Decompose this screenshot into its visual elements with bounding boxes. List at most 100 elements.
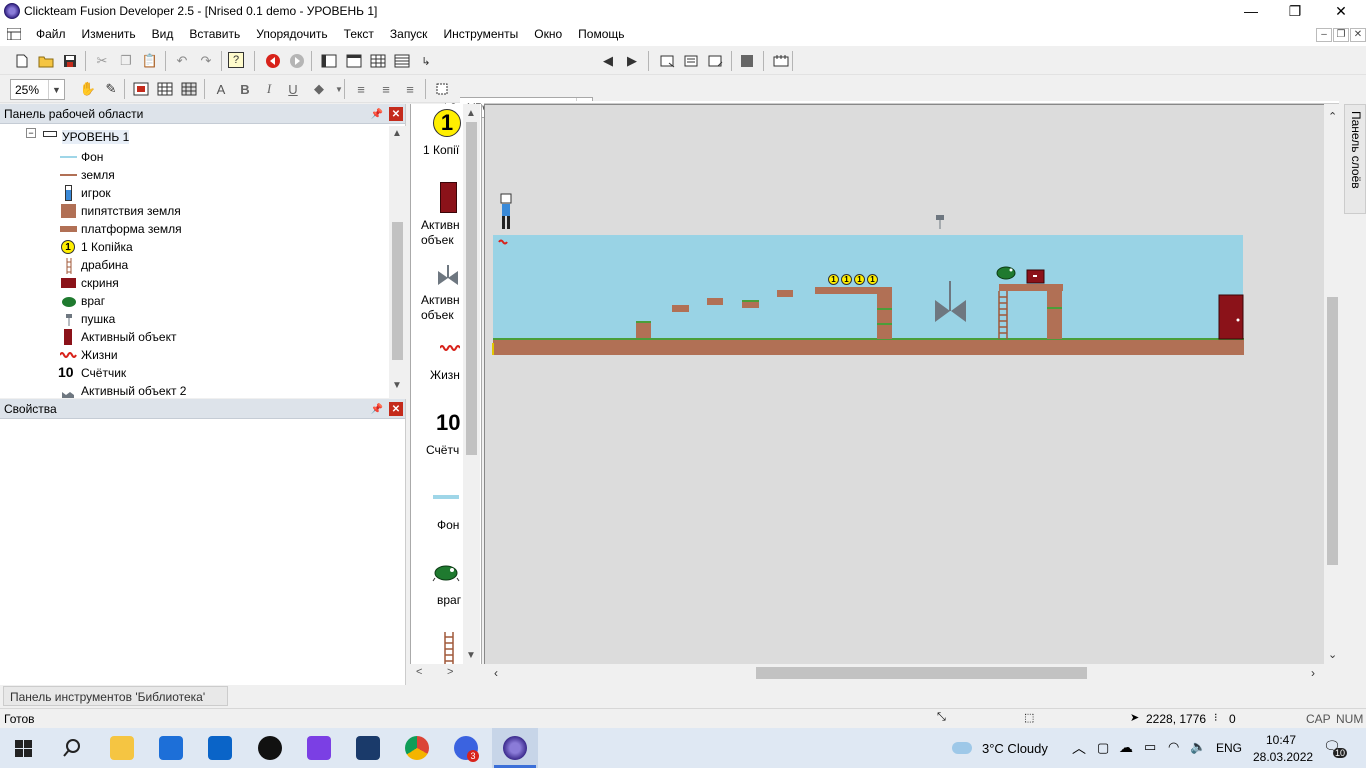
- layers-panel-tab[interactable]: Панель слоёв: [1344, 104, 1366, 214]
- editor-vscrollbar[interactable]: ⌃ ⌄: [1324, 104, 1341, 664]
- coin[interactable]: 1: [854, 274, 865, 285]
- mdi-restore-button[interactable]: ❐: [1333, 28, 1349, 42]
- collapse-toggle-icon[interactable]: −: [26, 128, 36, 138]
- coin[interactable]: 1: [867, 274, 878, 285]
- tree-item[interactable]: земля: [60, 166, 115, 184]
- search-icon[interactable]: [62, 738, 82, 758]
- library-hscrollbar[interactable]: < >: [410, 664, 482, 682]
- font-icon[interactable]: A: [212, 80, 230, 98]
- library-toolbar-tab[interactable]: Панель инструментов 'Библиотека': [3, 686, 228, 706]
- wifi-icon[interactable]: ◠: [1168, 739, 1179, 755]
- background-line-icon[interactable]: [433, 495, 459, 499]
- system-menu-icon[interactable]: [0, 28, 28, 40]
- meet-icon[interactable]: ▢: [1097, 740, 1109, 756]
- tree-root-level1[interactable]: УРОВЕНЬ 1: [62, 130, 130, 144]
- store-icon[interactable]: [159, 736, 183, 760]
- previous-frame-icon[interactable]: ◀: [599, 52, 617, 70]
- tree-item[interactable]: 11 Копійка: [60, 238, 133, 256]
- weather-widget[interactable]: 3°C Cloudy: [952, 728, 1048, 768]
- show-grid-icon[interactable]: [156, 80, 174, 98]
- copy-icon[interactable]: ❐: [117, 52, 135, 70]
- tree-item[interactable]: враг: [60, 292, 105, 310]
- draw-tool-icon[interactable]: ✎: [102, 80, 120, 98]
- open-folder-icon[interactable]: [37, 52, 55, 70]
- run-frame-icon[interactable]: [683, 52, 701, 70]
- event-list-icon[interactable]: [393, 52, 411, 70]
- counter-icon[interactable]: 10: [436, 410, 460, 436]
- mdi-minimize-button[interactable]: –: [1316, 28, 1332, 42]
- menu-run[interactable]: Запуск: [382, 27, 436, 41]
- tree-item[interactable]: пушка: [60, 310, 115, 328]
- paste-icon[interactable]: 📋: [141, 52, 159, 70]
- vpn-icon[interactable]: [356, 736, 380, 760]
- tree-item[interactable]: платформа земля: [60, 220, 182, 238]
- cannon-icon[interactable]: [437, 265, 459, 291]
- chevron-down-icon[interactable]: ▼: [48, 80, 64, 99]
- menu-edit[interactable]: Изменить: [74, 27, 144, 41]
- coin[interactable]: 1: [828, 274, 839, 285]
- menu-file[interactable]: Файл: [28, 27, 74, 41]
- save-icon[interactable]: [61, 52, 79, 70]
- menu-help[interactable]: Помощь: [570, 27, 632, 41]
- grid-setup-icon[interactable]: [132, 80, 150, 98]
- run-application-icon[interactable]: [659, 52, 677, 70]
- chrome-icon[interactable]: [405, 736, 429, 760]
- windows-start-icon[interactable]: [15, 740, 32, 757]
- language-indicator[interactable]: ENG: [1216, 741, 1242, 755]
- tree-item[interactable]: пипятствия земля: [60, 202, 181, 220]
- close-panel-button[interactable]: ✕: [389, 107, 403, 121]
- frame-editor-icon[interactable]: [345, 52, 363, 70]
- coin[interactable]: 1: [841, 274, 852, 285]
- mail-icon[interactable]: [208, 736, 232, 760]
- battery-icon[interactable]: ▭: [1144, 739, 1156, 755]
- zoom-select[interactable]: 25% ▼: [10, 79, 65, 100]
- chevron-down-icon[interactable]: ▼: [330, 80, 348, 98]
- storyboard-editor-icon[interactable]: [320, 52, 338, 70]
- clickteam-fusion-icon[interactable]: [503, 736, 527, 760]
- bold-button[interactable]: B: [236, 80, 254, 98]
- build-icon[interactable]: [707, 52, 725, 70]
- file-explorer-icon[interactable]: [110, 736, 134, 760]
- coin-icon[interactable]: 1: [433, 109, 461, 137]
- next-frame-icon[interactable]: ▶: [623, 52, 641, 70]
- tree-item[interactable]: игрок: [60, 184, 111, 202]
- tree-item[interactable]: Активный объект: [60, 328, 176, 346]
- chevron-up-icon[interactable]: ︿: [1072, 738, 1086, 758]
- menu-view[interactable]: Вид: [144, 27, 182, 41]
- redo-icon[interactable]: ↷: [197, 52, 215, 70]
- workspace-scrollbar[interactable]: ▲ ▼: [389, 126, 406, 398]
- fill-color-icon[interactable]: ◆: [310, 80, 328, 98]
- new-file-icon[interactable]: [13, 52, 31, 70]
- library-scrollbar[interactable]: ▲ ▼: [463, 104, 480, 664]
- test-icon[interactable]: [772, 52, 790, 70]
- tree-item[interactable]: скриня: [60, 274, 119, 292]
- help-icon[interactable]: ?: [228, 52, 244, 68]
- event-editor-icon[interactable]: [369, 52, 387, 70]
- italic-button[interactable]: I: [260, 80, 278, 98]
- tiktok-icon[interactable]: [258, 736, 282, 760]
- align-objects-icon[interactable]: [433, 80, 451, 98]
- minimize-button[interactable]: —: [1228, 0, 1274, 22]
- undo-icon[interactable]: ↶: [173, 52, 191, 70]
- snap-grid-icon[interactable]: [180, 80, 198, 98]
- restore-button[interactable]: ❐: [1272, 0, 1318, 22]
- menu-tools[interactable]: Инструменты: [435, 27, 526, 41]
- forward-grey-icon[interactable]: [288, 52, 306, 70]
- tree-item[interactable]: Жизни: [59, 346, 118, 364]
- twitch-icon[interactable]: [307, 736, 331, 760]
- frame-editor-canvas[interactable]: 1 1 1 1: [484, 104, 1324, 664]
- onedrive-icon[interactable]: ☁: [1119, 739, 1133, 756]
- pin-icon[interactable]: 📌: [370, 402, 384, 416]
- align-center-icon[interactable]: ≡: [377, 80, 395, 98]
- menu-insert[interactable]: Вставить: [181, 27, 248, 41]
- underline-button[interactable]: U: [284, 80, 302, 98]
- clock-time[interactable]: 10:47: [1266, 733, 1296, 747]
- enemy-icon[interactable]: [432, 562, 460, 582]
- mdi-close-button[interactable]: ✕: [1350, 28, 1366, 42]
- menu-text[interactable]: Текст: [336, 27, 382, 41]
- ladder-icon[interactable]: [444, 632, 454, 664]
- door-icon[interactable]: [440, 182, 457, 213]
- tree-item[interactable]: Фон: [60, 148, 103, 166]
- editor-hscrollbar[interactable]: ‹ ›: [484, 664, 1324, 682]
- close-button[interactable]: ✕: [1318, 0, 1364, 22]
